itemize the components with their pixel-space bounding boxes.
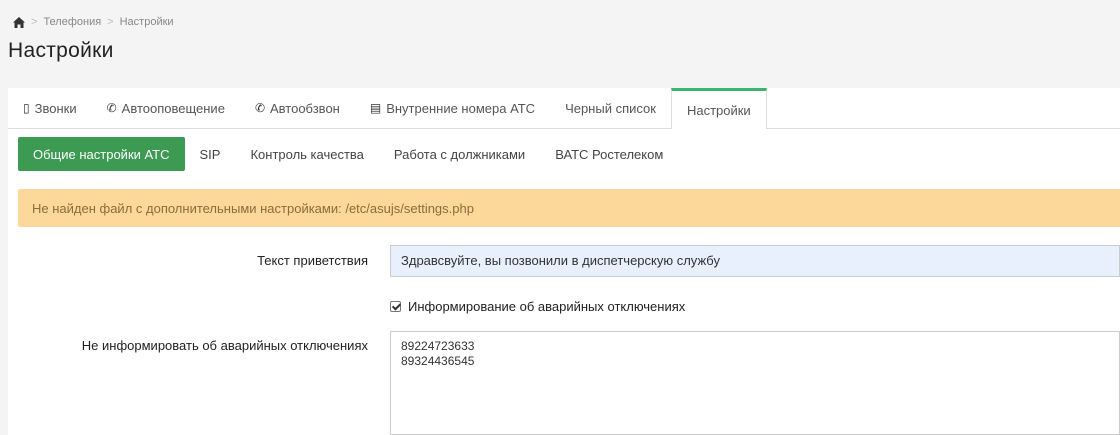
breadcrumb-separator: > [31, 16, 38, 28]
outage-notification-checkbox[interactable] [390, 301, 401, 312]
greeting-label: Текст приветствия [257, 253, 368, 268]
tab-auto-notification[interactable]: ✆ Автооповещение [92, 88, 240, 128]
tab-label: Автообзвон [270, 100, 340, 116]
tab-label: Внутренние номера АТС [386, 100, 536, 116]
home-icon[interactable] [13, 16, 25, 28]
breadcrumb-item-telephony[interactable]: Телефония [43, 16, 101, 28]
subtab-debtors[interactable]: Работа с должниками [379, 137, 540, 171]
tab-calls[interactable]: ▯ Звонки [8, 88, 92, 128]
tab-bar: ▯ Звонки ✆ Автооповещение ✆ Автообзвон ▤… [8, 88, 1120, 129]
page-title: Настройки [8, 39, 114, 62]
subtab-bar: Общие настройки АТС SIP Контроль качеств… [18, 137, 678, 171]
greeting-input[interactable]: Здравсвуйте, вы позвонили в диспетчерску… [390, 245, 1120, 277]
breadcrumb: > Телефония > Настройки [13, 16, 174, 28]
list-icon: ▤ [369, 101, 382, 115]
outage-notification-label: Информирование об аварийных отключениях [408, 299, 686, 314]
tab-blacklist[interactable]: Черный список [550, 88, 671, 128]
phone-icon: ✆ [106, 101, 117, 115]
main-panel: ▯ Звонки ✆ Автооповещение ✆ Автообзвон ▤… [8, 88, 1120, 435]
tab-settings[interactable]: Настройки [670, 88, 767, 129]
breadcrumb-item-settings: Настройки [119, 16, 174, 28]
tab-auto-dialer[interactable]: ✆ Автообзвон [240, 88, 355, 128]
subtab-vats-rostelecom[interactable]: ВАТС Ростелеком [540, 137, 678, 171]
breadcrumb-separator: > [107, 16, 114, 28]
page-header: > Телефония > Настройки Настройки [0, 0, 1120, 88]
mobile-phone-icon: ▯ [23, 101, 30, 115]
subtab-sip[interactable]: SIP [185, 137, 236, 171]
tab-internal-numbers[interactable]: ▤ Внутренние номера АТС [355, 88, 550, 128]
tab-label: Автооповещение [121, 100, 225, 116]
subtab-quality-control[interactable]: Контроль качества [235, 137, 378, 171]
exclude-numbers-textarea[interactable]: 89224723633 89324436545 [390, 331, 1120, 435]
warning-alert: Не найден файл с дополнительными настрой… [18, 189, 1120, 227]
tab-label: Настройки [686, 102, 751, 118]
outage-notification-row[interactable]: Информирование об аварийных отключениях [390, 299, 685, 314]
tab-label: Черный список [565, 100, 656, 116]
tab-label: Звонки [34, 100, 77, 116]
subtab-general-settings[interactable]: Общие настройки АТС [18, 137, 185, 171]
exclude-numbers-label: Не информировать об аварийных отключения… [81, 338, 368, 353]
phone-icon: ✆ [254, 101, 265, 115]
